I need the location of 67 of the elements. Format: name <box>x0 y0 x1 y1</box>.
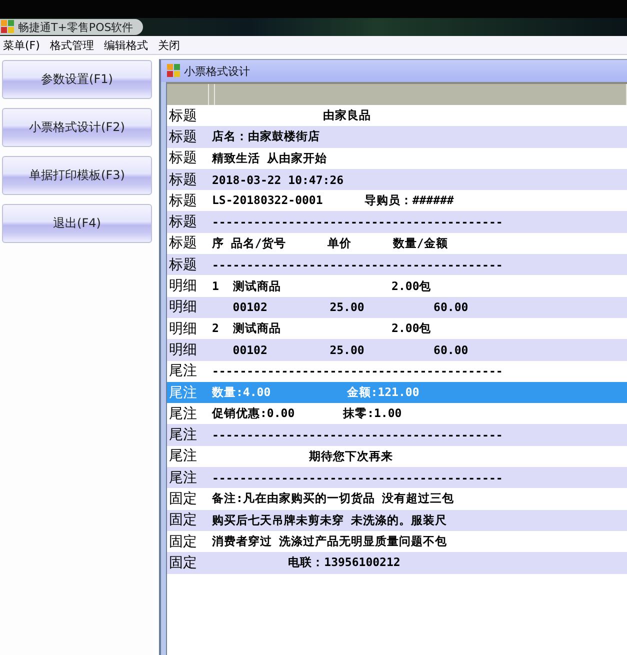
row-content-cell-text: 1 测试商品 2.00包 <box>211 278 432 294</box>
app-title-tab[interactable]: 畅捷通T+零售POS软件 <box>0 19 144 35</box>
row-type-cell-text: 固定 <box>168 532 198 551</box>
row-type-cell-text: 标题 <box>168 170 198 189</box>
row-content-cell-text: ------------------------------------------ <box>211 428 503 442</box>
row-content-cell-text: 2018-03-22 10:47:26 <box>211 172 344 187</box>
side-button[interactable]: 参数设置(F1) <box>2 60 152 99</box>
row-content-cell-text: ------------------------------------------ <box>211 364 503 378</box>
row-content-cell-text: 备注:凡在由家购买的一切货品 没有超过三包 <box>211 491 454 506</box>
grid-row[interactable]: 固定 购买后七天吊牌未剪未穿 未洗涤的。服装尺 <box>167 510 627 531</box>
grid-row[interactable]: 明细 00102 25.00 60.00 <box>167 296 627 318</box>
app-logo-icon <box>1 20 15 34</box>
row-type-cell-text: 标题 <box>168 234 198 252</box>
row-content-cell-text: 00102 25.00 60.00 <box>232 342 468 357</box>
row-type-cell-text: 尾注 <box>168 362 198 380</box>
row-type-cell-text: 固定 <box>168 490 198 508</box>
row-type-cell-text: 尾注 <box>168 426 198 444</box>
grid-row[interactable]: 标题 店名：由家鼓楼街店 <box>167 126 627 148</box>
row-type-cell-text: 尾注 <box>168 384 198 402</box>
side-button[interactable]: 退出(F4) <box>2 204 152 243</box>
row-content-cell-text: 00102 25.00 60.00 <box>232 300 468 314</box>
row-content-cell-text: ------------------------------------------ <box>211 470 503 485</box>
row-type-cell-text: 尾注 <box>168 447 198 466</box>
grid-row[interactable]: 固定 电联：13956100212 <box>167 552 627 574</box>
row-type-cell-text: 明细 <box>168 320 198 338</box>
row-content-cell-text: 电联：13956100212 <box>287 555 400 570</box>
row-type-cell-text: 尾注 <box>168 404 198 423</box>
row-content-cell-text: LS-20180322-0001 导购员：###### <box>211 193 454 208</box>
side-button[interactable]: 小票格式设计(F2) <box>2 108 152 147</box>
menu-item[interactable]: 编辑格式 <box>104 38 148 52</box>
row-content-cell-text: 促销优惠:0.00 抹零:1.00 <box>210 406 402 422</box>
app-logo-icon <box>167 64 181 78</box>
grid-row[interactable]: 明细 00102 25.00 60.00 <box>167 339 627 361</box>
grid-row[interactable]: 尾注 促销优惠:0.00 抹零:1.00 <box>167 403 627 424</box>
row-content-cell-text: 序 品名/货号 单价 数量/金额 <box>211 236 448 251</box>
grid-row[interactable]: 标题 ------------------------------------------ <box>167 211 627 233</box>
row-content-cell-text: 精致生活 从由家开始 <box>210 150 327 166</box>
row-type-cell-text: 标题 <box>168 213 198 232</box>
grid-row[interactable]: 标题 ------------------------------------------ <box>167 254 627 276</box>
row-type-cell-text: 固定 <box>168 554 198 572</box>
row-type-cell-text: 标题 <box>168 128 198 146</box>
side-button[interactable]: 单据打印模板(F3) <box>2 156 152 195</box>
grid-row[interactable]: 尾注 ------------------------------------------ <box>167 467 627 488</box>
row-type-cell-text: 明细 <box>168 298 198 316</box>
row-content-cell-text: 2 测试商品 2.00包 <box>211 321 432 336</box>
row-type-cell-text: 标题 <box>168 256 198 274</box>
row-content-cell-text: 店名：由家鼓楼街店 <box>211 129 320 144</box>
row-content-cell-text: ------------------------------------------ <box>211 215 503 230</box>
row-type-cell-text: 标题 <box>168 106 198 125</box>
row-content-cell-text: 期待您下次再来 <box>308 448 393 464</box>
row-content-cell-text: 消费者穿过 洗涤过产品无明显质量问题不包 <box>211 534 447 550</box>
row-content-cell-text: ------------------------------------------ <box>211 258 503 272</box>
menu-item[interactable]: 菜单(F) <box>3 38 40 52</box>
row-content-cell-text: 数量:4.00 金额:121.00 <box>210 385 420 400</box>
row-type-cell-text: 明细 <box>168 277 198 296</box>
row-type-cell-text: 标题 <box>168 149 198 168</box>
row-type-cell-text: 明细 <box>168 340 198 359</box>
row-type-cell-text: 固定 <box>168 511 198 530</box>
row-type-cell-text: 标题 <box>168 192 198 210</box>
menu-item[interactable]: 格式管理 <box>50 38 94 52</box>
row-content-cell-text: 购买后七天吊牌未剪未穿 未洗涤的。服装尺 <box>211 512 447 528</box>
grid-row[interactable]: 尾注 ------------------------------------------ <box>167 424 627 446</box>
window-title: 小票格式设计 <box>184 64 250 78</box>
grid-row[interactable]: 标题 2018-03-22 10:47:26 <box>167 168 627 190</box>
menu-item[interactable]: 关闭 <box>158 38 180 52</box>
row-content-cell-text: 由家良品 <box>322 108 371 124</box>
row-type-cell-text: 尾注 <box>168 468 198 487</box>
